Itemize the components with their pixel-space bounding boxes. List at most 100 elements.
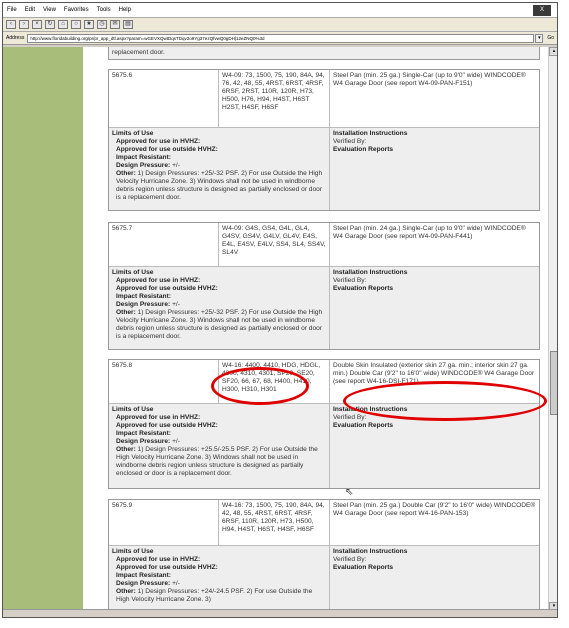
refresh-icon[interactable]: ↻ — [45, 20, 55, 29]
mail-icon[interactable]: ✉ — [110, 20, 120, 29]
back-icon[interactable]: ‹ — [6, 20, 16, 29]
evaluation-reports-link[interactable]: Evaluation Reports — [333, 285, 536, 293]
hvhz-in: Approved for use in HVHZ: — [116, 277, 201, 284]
other-text: 1) Design Pressures: +25.5/-25.5 PSF. 2)… — [116, 446, 318, 477]
address-bar: Address http://www.floridabuilding.org/p… — [3, 32, 557, 45]
scrollbar-thumb[interactable] — [550, 351, 557, 415]
entry-description: Steel Pan (min. 25 ga.) Double Car (9'2"… — [333, 502, 536, 517]
entry-id: 5675.8 — [109, 360, 219, 403]
hvhz-in: Approved for use in HVHZ: — [116, 414, 201, 421]
evaluation-reports-link[interactable]: Evaluation Reports — [333, 146, 536, 154]
limits-of-use: Limits of Use Approved for use in HVHZ: … — [109, 267, 330, 349]
pressure-label: Design Pressure: — [116, 301, 171, 308]
entry-description: Steel Pan (min. 25 ga.) Single-Car (up t… — [333, 72, 526, 87]
table-row: 5675.9 W4-16: 73, 1500, 75, 190, 84A, 94… — [109, 500, 539, 546]
hvhz-out: Approved for use outside HVHZ: — [116, 422, 218, 429]
entry-models: W4-09: 73, 1500, 75, 190, 84A, 94, 76, 4… — [219, 70, 330, 127]
impact-resistant: Impact Resistant: — [116, 572, 171, 579]
impact-resistant: Impact Resistant: — [116, 293, 171, 300]
pressure-label: Design Pressure: — [116, 580, 171, 587]
vertical-scrollbar[interactable]: ▴ ▾ — [548, 47, 557, 611]
search-icon[interactable]: ○ — [71, 20, 81, 29]
verified-by: Verified By: — [333, 277, 367, 284]
installation: Installation Instructions Verified By: E… — [330, 267, 539, 349]
menu-tools[interactable]: Tools — [97, 7, 111, 13]
table-row: Limits of Use Approved for use in HVHZ: … — [109, 546, 539, 611]
entry-id: 5675.6 — [109, 70, 219, 127]
pressure-label: Design Pressure: — [116, 162, 171, 169]
menu-view[interactable]: View — [43, 7, 56, 13]
hvhz-out: Approved for use outside HVHZ: — [116, 564, 218, 571]
product-entry: 5675.6 W4-09: 73, 1500, 75, 190, 84A, 94… — [108, 69, 540, 211]
installation: Installation Instructions Verified By: E… — [330, 128, 539, 210]
address-label: Address — [6, 35, 25, 41]
go-button[interactable]: Go — [547, 35, 554, 41]
other-label: Other: — [116, 170, 136, 177]
menu-bar: File Edit View Favorites Tools Help X — [3, 3, 557, 18]
close-window-button[interactable]: X — [533, 4, 551, 16]
pressure-value: +/- — [170, 580, 180, 587]
pressure-value: +/- — [170, 162, 180, 169]
verified-by: Verified By: — [333, 414, 367, 421]
evaluation-reports-link[interactable]: Evaluation Reports — [333, 564, 536, 572]
pressure-value: +/- — [170, 438, 180, 445]
browser-window: File Edit View Favorites Tools Help X ‹ … — [2, 2, 558, 618]
pressure-label: Design Pressure: — [116, 438, 171, 445]
limits-title: Limits of Use — [112, 548, 154, 555]
favorites-icon[interactable]: ★ — [84, 20, 94, 29]
limits-title: Limits of Use — [112, 269, 154, 276]
entry-id: 5675.9 — [109, 500, 219, 545]
main-area: replacement door. 5675.6 W4-09: 73, 1500… — [83, 47, 548, 611]
partial-text: replacement door. — [112, 49, 165, 56]
install-title: Installation Instructions — [333, 269, 408, 276]
table-row: Limits of Use Approved for use in HVHZ: … — [109, 128, 539, 210]
forward-icon[interactable]: › — [19, 20, 29, 29]
limits-of-use: Limits of Use Approved for use in HVHZ: … — [109, 546, 330, 611]
hvhz-out: Approved for use outside HVHZ: — [116, 146, 218, 153]
installation: Installation Instructions Verified By: E… — [330, 546, 539, 611]
print-icon[interactable]: ▤ — [123, 20, 133, 29]
menu-file[interactable]: File — [7, 7, 17, 13]
verified-by: Verified By: — [333, 556, 367, 563]
impact-resistant: Impact Resistant: — [116, 430, 171, 437]
other-label: Other: — [116, 309, 136, 316]
mouse-cursor-icon: ⇖ — [345, 487, 354, 498]
table-row: Limits of Use Approved for use in HVHZ: … — [109, 267, 539, 349]
table-row: 5675.7 W4-09: G4S, GS4, G4L, GL4, G4SV, … — [109, 223, 539, 267]
other-text: 1) Design Pressures: +25/-32 PSF. 2) For… — [116, 170, 323, 201]
verified-by: Verified By: — [333, 138, 367, 145]
table-row: Limits of Use Approved for use in HVHZ: … — [109, 404, 539, 488]
chevron-down-icon[interactable]: ▾ — [535, 33, 544, 43]
menu-edit[interactable]: Edit — [25, 7, 35, 13]
limits-title: Limits of Use — [112, 406, 154, 413]
other-text: 1) Design Pressures: +24/-24.5 PSF. 2) F… — [116, 588, 313, 603]
entry-id: 5675.7 — [109, 223, 219, 266]
status-bar — [3, 609, 557, 617]
limits-of-use: Limits of Use Approved for use in HVHZ: … — [109, 404, 330, 488]
entry-description: Steel Pan (min. 24 ga.) Single-Car (up t… — [333, 225, 526, 240]
home-icon[interactable]: ⌂ — [58, 20, 68, 29]
menu-help[interactable]: Help — [119, 7, 131, 13]
hvhz-in: Approved for use in HVHZ: — [116, 138, 201, 145]
install-title: Installation Instructions — [333, 130, 408, 137]
page-content: replacement door. 5675.6 W4-09: 73, 1500… — [3, 47, 548, 611]
other-label: Other: — [116, 446, 136, 453]
product-entry: 5675.7 W4-09: G4S, GS4, G4L, GL4, G4SV, … — [108, 222, 540, 350]
entry-models: W4-09: G4S, GS4, G4L, GL4, G4SV, GS4V, G… — [219, 223, 330, 266]
history-icon[interactable]: ◷ — [97, 20, 107, 29]
impact-resistant: Impact Resistant: — [116, 154, 171, 161]
table-row: 5675.8 W4-16: 4400, 4410, HDG, HDGL, 430… — [109, 360, 539, 404]
table-fragment: replacement door. — [108, 47, 540, 60]
stop-icon[interactable]: × — [32, 20, 42, 29]
evaluation-reports-link[interactable]: Evaluation Reports — [333, 422, 536, 430]
pressure-value: +/- — [170, 301, 180, 308]
entry-description: Double Skin Insulated (exterior skin 27 … — [333, 362, 535, 385]
installation: Installation Instructions Verified By: E… — [330, 404, 539, 488]
limits-of-use: Limits of Use Approved for use in HVHZ: … — [109, 128, 330, 210]
hvhz-in: Approved for use in HVHZ: — [116, 556, 201, 563]
product-entry: 5675.9 W4-16: 73, 1500, 75, 190, 84A, 94… — [108, 499, 540, 611]
scroll-up-icon[interactable]: ▴ — [549, 47, 557, 56]
menu-favorites[interactable]: Favorites — [64, 7, 89, 13]
hvhz-out: Approved for use outside HVHZ: — [116, 285, 218, 292]
address-input[interactable]: http://www.floridabuilding.org/pr/pr_app… — [27, 33, 535, 43]
